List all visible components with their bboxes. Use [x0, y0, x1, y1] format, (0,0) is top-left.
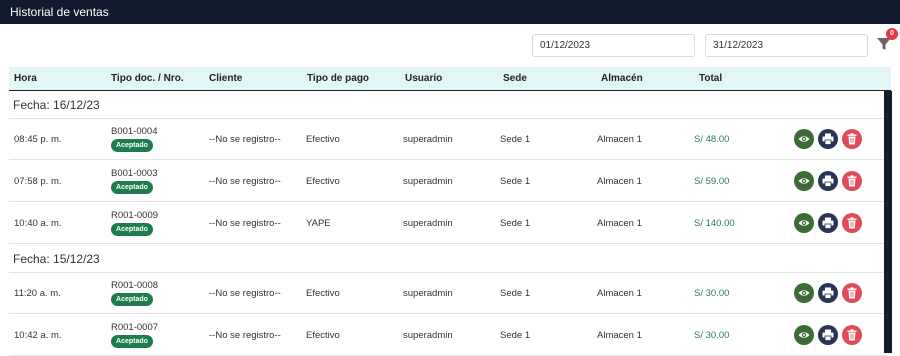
view-button[interactable] [794, 171, 814, 191]
doc-number: R001-0009 [111, 210, 159, 221]
date-group-header: Fecha: 15/12/23 [9, 245, 885, 273]
doc-number: R001-0007 [111, 322, 159, 333]
cell-cliente: --No se registro-- [209, 288, 281, 299]
cell-cliente: --No se registro-- [209, 176, 281, 187]
cell-almacen: Almacen 1 [597, 288, 642, 299]
doc-number: R001-0008 [111, 280, 159, 291]
cell-cliente: --No se registro-- [209, 134, 281, 145]
cell-total: S/ 140.00 [694, 218, 735, 229]
cell-total: S/ 30.00 [694, 330, 730, 341]
date-from-input[interactable]: 01/12/2023 [532, 34, 695, 57]
cell-almacen: Almacen 1 [597, 218, 642, 229]
delete-button[interactable] [842, 283, 862, 303]
view-button[interactable] [794, 213, 814, 233]
cell-sede: Sede 1 [500, 176, 531, 187]
cell-tipo-doc: R001-0007 Aceptado [111, 322, 158, 348]
column-header-tipo-pago: Tipo de pago [307, 73, 370, 84]
cell-usuario: superadmin [403, 330, 453, 341]
cell-hora: 11:20 a. m. [14, 288, 61, 299]
view-button[interactable] [794, 129, 814, 149]
cell-hora: 08:45 p. m. [14, 134, 62, 145]
cell-tipo-doc: B001-0004 Aceptado [111, 126, 157, 152]
table-row: 11:20 a. m. --No se registro-- Efectivo sup… [9, 273, 885, 314]
column-header-tipo-doc: Tipo doc. / Nro. [111, 73, 184, 84]
cell-total: S/ 59.00 [694, 176, 730, 187]
column-header-hora: Hora [14, 73, 37, 84]
print-button[interactable] [818, 171, 838, 191]
cell-cliente: --No se registro-- [209, 330, 281, 341]
view-button[interactable] [794, 325, 814, 345]
date-to-input[interactable]: 31/12/2023 [705, 34, 868, 57]
column-header-sede: Sede [503, 73, 527, 84]
cell-almacen: Almacen 1 [597, 176, 642, 187]
cell-total: S/ 30.00 [694, 288, 730, 299]
cell-tipo-doc: R001-0009 Aceptado [111, 210, 158, 236]
status-badge: Aceptado [111, 335, 153, 348]
cell-tipo-pago: Efectivo [306, 288, 340, 299]
table-row: 10:42 a. m. --No se registro-- Efectivo sup… [9, 315, 885, 356]
doc-number: B001-0003 [111, 168, 158, 179]
delete-button[interactable] [842, 129, 862, 149]
cell-usuario: superadmin [403, 218, 453, 229]
doc-number: B001-0004 [111, 126, 158, 137]
scrollbar[interactable] [884, 91, 892, 353]
cell-sede: Sede 1 [500, 288, 531, 299]
cell-hora: 10:42 a. m. [14, 330, 62, 341]
cell-tipo-doc: B001-0003 Aceptado [111, 168, 157, 194]
table-row: 08:45 p. m. --No se registro-- Efectivo sup… [9, 119, 885, 160]
delete-button[interactable] [842, 325, 862, 345]
column-header-cliente: Cliente [209, 73, 243, 84]
cell-almacen: Almacen 1 [597, 134, 642, 145]
cell-hora: 07:58 p. m. [14, 176, 62, 187]
cell-usuario: superadmin [403, 288, 453, 299]
sales-table-body: Fecha: 16/12/23 08:45 p. m. --No se regist… [9, 91, 885, 356]
cell-tipo-doc: R001-0008 Aceptado [111, 280, 158, 306]
table-row: 10:40 a. m. --No se registro-- YAPE superad… [9, 203, 885, 244]
cell-tipo-pago: Efectivo [306, 176, 340, 187]
cell-sede: Sede 1 [500, 134, 531, 145]
status-badge: Aceptado [111, 139, 153, 152]
cell-sede: Sede 1 [500, 330, 531, 341]
delete-button[interactable] [842, 213, 862, 233]
date-group-header: Fecha: 16/12/23 [9, 91, 885, 119]
filter-count-badge: 0 [886, 28, 898, 40]
cell-usuario: superadmin [403, 176, 453, 187]
print-button[interactable] [818, 213, 838, 233]
cell-cliente: --No se registro-- [209, 218, 281, 229]
cell-almacen: Almacen 1 [597, 330, 642, 341]
status-badge: Aceptado [111, 223, 153, 236]
cell-sede: Sede 1 [500, 218, 531, 229]
page-title: Historial de ventas [0, 0, 900, 24]
cell-total: S/ 48.00 [694, 134, 730, 145]
column-header-almacen: Almacén [601, 73, 643, 84]
cell-tipo-pago: Efectivo [306, 330, 340, 341]
column-header-usuario: Usuario [405, 73, 443, 84]
status-badge: Aceptado [111, 293, 153, 306]
print-button[interactable] [818, 325, 838, 345]
status-badge: Aceptado [111, 181, 153, 194]
print-button[interactable] [818, 283, 838, 303]
table-row: 07:58 p. m. --No se registro-- Efectivo sup… [9, 161, 885, 202]
cell-tipo-pago: YAPE [306, 218, 331, 229]
table-header: Hora Tipo doc. / Nro. Cliente Tipo de pa… [9, 67, 891, 91]
view-button[interactable] [794, 283, 814, 303]
cell-usuario: superadmin [403, 134, 453, 145]
delete-button[interactable] [842, 171, 862, 191]
column-header-total: Total [699, 73, 723, 84]
cell-tipo-pago: Efectivo [306, 134, 340, 145]
cell-hora: 10:40 a. m. [14, 218, 62, 229]
print-button[interactable] [818, 129, 838, 149]
